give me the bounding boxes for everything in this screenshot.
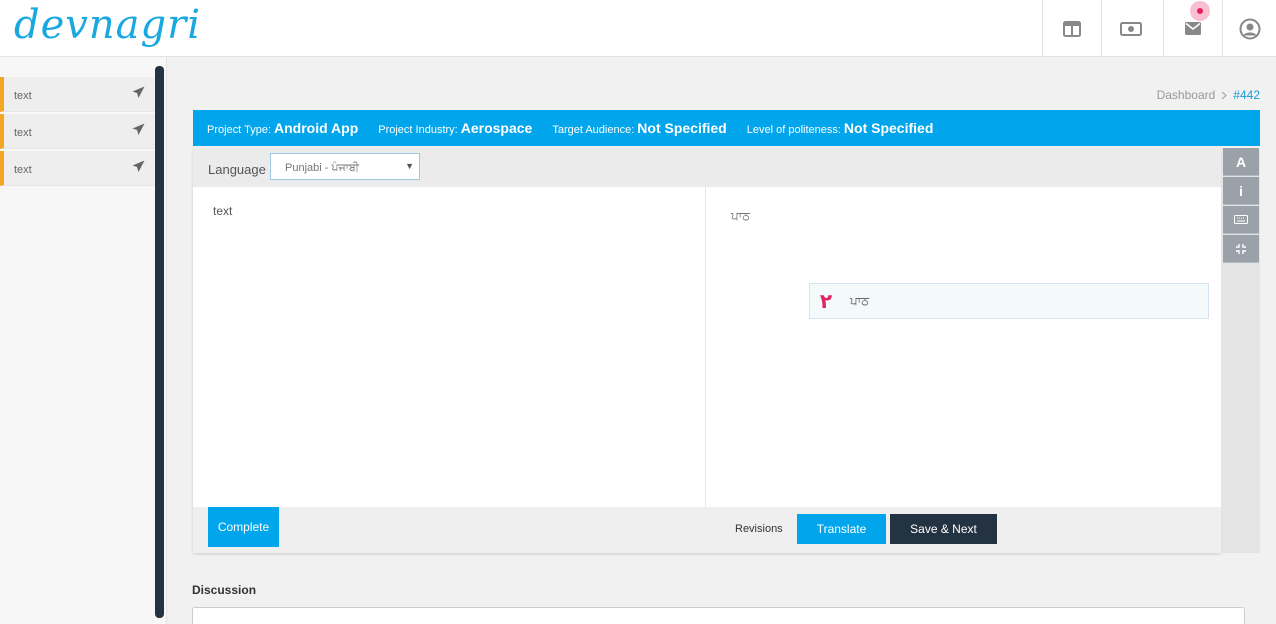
source-pane[interactable]: text [193,187,706,507]
devnagri-logo[interactable]: devnagri [14,2,201,48]
suggestion-number: ٢ [819,290,833,313]
keyboard-icon [1234,215,1248,224]
sidebar-item-label: text [14,127,32,139]
target-pane[interactable]: ਪਾਠ ٢ ਪਾਠ [707,187,1221,507]
discussion-input[interactable] [192,607,1245,624]
user-icon [1239,18,1260,39]
user-menu-button[interactable] [1222,0,1276,57]
language-select[interactable]: Punjabi - ਪੰਜਾਬੀ ▼ [270,153,420,180]
send-icon [132,123,145,135]
breadcrumb-current[interactable]: #442 [1233,88,1260,102]
font-tool-button[interactable]: A [1223,148,1259,176]
target-audience: Target Audience: Not Specified [552,120,727,136]
project-info-bar: Project Type: Android App Project Industr… [193,110,1260,146]
tool-strip: A i [1222,148,1260,553]
info-icon: i [1239,182,1243,199]
layout-button[interactable] [1042,0,1100,57]
string-sidebar: text text text [0,57,167,624]
font-icon: A [1235,153,1247,170]
billing-button[interactable] [1101,0,1159,57]
breadcrumb: Dashboard #442 [1157,88,1260,102]
money-icon [1119,21,1142,36]
sidebar-item[interactable]: text [0,151,155,186]
translation-editor: Language Punjabi - ਪੰਜਾਬੀ ▼ text ਪਾਠ ٢ ਪ… [193,148,1221,553]
revisions-link[interactable]: Revisions [735,523,783,535]
project-industry: Project Industry: Aerospace [378,120,533,136]
send-icon [132,86,145,98]
notification-badge [1190,1,1210,21]
send-icon [132,160,145,172]
suggestion-text: ਪਾਠ [850,294,870,308]
mail-icon [1184,22,1201,35]
breadcrumb-dashboard[interactable]: Dashboard [1157,88,1216,102]
sidebar-item[interactable]: text [0,77,155,112]
discussion-title: Discussion [192,583,257,597]
translation-suggestion[interactable]: ٢ ਪਾਠ [809,283,1209,319]
sidebar-item[interactable]: text [0,114,155,149]
project-type: Project Type: Android App [207,120,359,136]
info-tool-button[interactable]: i [1223,177,1259,205]
chevron-right-icon [1221,91,1228,99]
source-text: text [213,204,233,218]
politeness-level: Level of politeness: Not Specified [746,120,934,136]
layout-icon [1062,20,1081,37]
caret-down-icon: ▼ [405,161,414,171]
complete-button[interactable]: Complete [208,507,279,547]
top-header: devnagri [0,0,1276,57]
sidebar-item-label: text [14,164,32,176]
language-bar: Language Punjabi - ਪੰਜਾਬੀ ▼ [193,148,1221,187]
save-next-button[interactable]: Save & Next [890,514,997,544]
translate-button[interactable]: Translate [797,514,886,544]
target-text[interactable]: ਪਾਠ [731,209,750,224]
language-label: Language [208,162,266,177]
keyboard-tool-button[interactable] [1223,206,1259,234]
sidebar-scrollbar[interactable] [155,66,164,618]
sidebar-item-label: text [14,90,32,102]
editor-footer: Complete Revisions Translate Save & Next [193,507,1221,553]
compress-icon [1236,243,1246,254]
collapse-tool-button[interactable] [1223,235,1259,263]
language-selected: Punjabi - ਪੰਜਾਬੀ [285,162,360,174]
